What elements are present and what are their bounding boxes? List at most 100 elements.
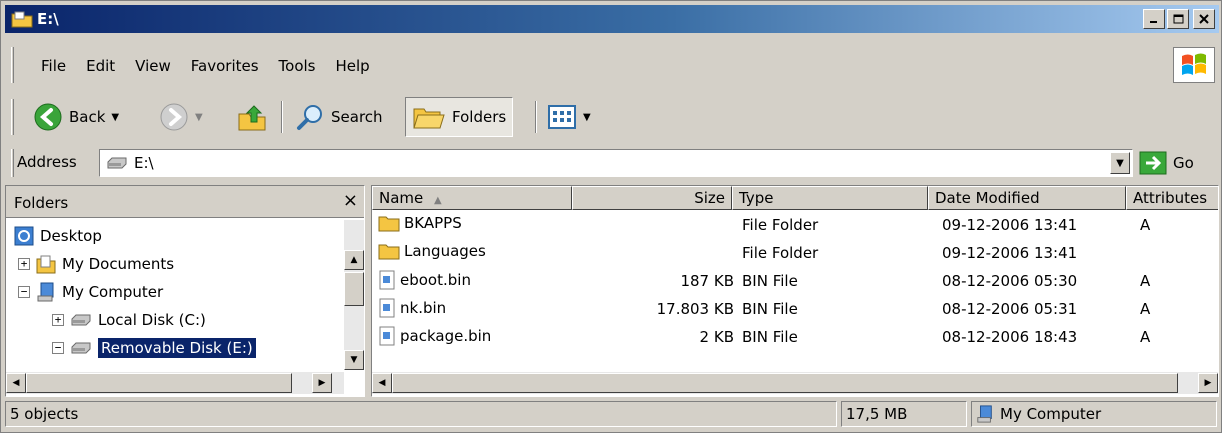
collapse-icon[interactable]: − [18,286,30,298]
search-button[interactable]: Search [289,97,389,137]
addressbar-grip[interactable] [11,149,14,177]
expand-icon[interactable]: + [18,258,30,270]
views-icon [548,105,576,129]
bin-file-icon [379,326,395,346]
arrow-down-icon: ▼ [350,355,358,365]
close-folders-pane-icon[interactable]: × [343,190,358,211]
folders-icon [413,108,445,129]
scroll-right-button[interactable]: ▶ [1198,373,1218,393]
forward-button[interactable]: ▼ [153,97,209,137]
address-dropdown-button[interactable]: ▼ [1110,152,1130,174]
tree-item-my-computer[interactable]: − My Computer [18,278,163,306]
column-headers: Name ▲ Size Type Date Modified Attribute… [372,186,1218,210]
column-type[interactable]: Type [732,186,928,210]
menu-file[interactable]: File [31,55,76,77]
file-name: package.bin [400,327,492,345]
window-title: E:\ [37,10,59,28]
bin-file-icon [379,270,395,290]
file-row[interactable]: package.bin 2 KB BIN File 08-12-2006 18:… [372,324,1218,352]
tree-item-my-documents[interactable]: + My Documents [18,250,174,278]
file-row[interactable]: Languages File Folder 09-12-2006 13:41 [372,240,1218,268]
status-location: My Computer [971,401,1217,427]
file-type: BIN File [742,328,798,346]
file-size: 17.803 KB [656,300,734,318]
menu-edit[interactable]: Edit [76,55,125,77]
tree-item-local-disk-c[interactable]: + Local Disk (C:) [52,306,206,334]
my-documents-icon [36,255,56,274]
back-label: Back [69,108,106,126]
scroll-up-button[interactable]: ▲ [344,250,364,270]
title-bar[interactable]: E:\ [5,5,1219,33]
scroll-thumb[interactable] [344,272,364,306]
address-input[interactable]: E:\ ▼ [99,149,1133,177]
column-name[interactable]: Name ▲ [372,186,572,210]
file-list-pane: Name ▲ Size Type Date Modified Attribute… [371,185,1219,397]
file-name-cell: nk.bin [378,298,446,318]
scroll-right-button[interactable]: ▶ [312,373,332,393]
status-objects: 5 objects [5,401,837,427]
file-name-cell: BKAPPS [378,214,462,232]
tree-item-removable-disk-e[interactable]: − Removable Disk (E:) [52,334,256,362]
arrow-up-icon: ▲ [350,255,358,265]
address-bar: Address E:\ ▼ Go [5,147,1219,179]
menu-bar: File Edit View Favorites Tools Help [5,43,1219,87]
arrow-left-icon: ◀ [12,378,20,388]
go-label: Go [1173,154,1194,172]
scroll-thumb[interactable] [392,373,1178,393]
tree-label: Desktop [40,227,102,245]
file-attr: A [1140,300,1151,318]
go-button[interactable]: Go [1139,151,1194,175]
bin-file-icon [379,298,395,318]
menu-tools[interactable]: Tools [269,55,326,77]
window-controls [1143,9,1215,29]
files-horizontal-scrollbar[interactable]: ◀ ▶ [372,372,1218,394]
explorer-window: E:\ File Edit View Favorites Tools Help [0,0,1222,433]
folder-icon [378,216,400,232]
views-dropdown-icon[interactable]: ▼ [583,112,591,123]
file-date: 08-12-2006 05:30 [942,272,1078,290]
close-button[interactable] [1193,9,1215,29]
tree-item-desktop[interactable]: Desktop [14,222,102,250]
folders-horizontal-scrollbar[interactable]: ◀ ▶ [6,372,344,394]
my-computer-icon [977,405,992,423]
expand-icon[interactable]: + [52,314,64,326]
collapse-icon[interactable]: − [52,342,64,354]
scroll-left-button[interactable]: ◀ [6,373,26,393]
folders-title: Folders [14,194,69,212]
back-dropdown-icon[interactable]: ▼ [111,112,119,123]
folders-button[interactable]: Folders [405,97,514,137]
file-row[interactable]: eboot.bin 187 KB BIN File 08-12-2006 05:… [372,268,1218,296]
minimize-button[interactable] [1143,9,1165,29]
up-folder-button[interactable] [231,97,273,137]
file-size: 187 KB [680,272,734,290]
chevron-down-icon: ▼ [1116,157,1124,169]
my-computer-icon [37,282,54,302]
status-location-label: My Computer [1000,405,1102,423]
file-row[interactable]: BKAPPS File Folder 09-12-2006 13:41 A [372,212,1218,240]
folders-vertical-scrollbar[interactable]: ▲ ▼ [344,220,364,370]
back-button[interactable]: Back ▼ [27,97,125,137]
column-date-modified[interactable]: Date Modified [928,186,1126,210]
maximize-button[interactable] [1167,9,1189,29]
menu-favorites[interactable]: Favorites [181,55,269,77]
tree-label: My Computer [62,283,164,301]
menubar-grip[interactable] [11,47,14,83]
forward-dropdown-icon[interactable]: ▼ [195,112,203,123]
column-attributes[interactable]: Attributes [1126,186,1218,210]
file-name: eboot.bin [400,271,471,289]
scroll-left-button[interactable]: ◀ [372,373,392,393]
file-size: 2 KB [699,328,734,346]
toolbar-grip[interactable] [11,99,14,135]
scroll-thumb[interactable] [26,373,292,393]
file-name: Languages [404,242,486,260]
status-bar: 5 objects 17,5 MB My Computer [5,399,1219,429]
scroll-down-button[interactable]: ▼ [344,350,364,370]
column-size[interactable]: Size [572,186,732,210]
file-type: File Folder [742,216,819,234]
file-date: 09-12-2006 13:41 [942,244,1078,262]
file-row[interactable]: nk.bin 17.803 KB BIN File 08-12-2006 05:… [372,296,1218,324]
menu-view[interactable]: View [125,55,181,77]
address-value: E:\ [134,154,154,172]
menu-help[interactable]: Help [326,55,380,77]
views-button[interactable]: ▼ [541,97,597,137]
